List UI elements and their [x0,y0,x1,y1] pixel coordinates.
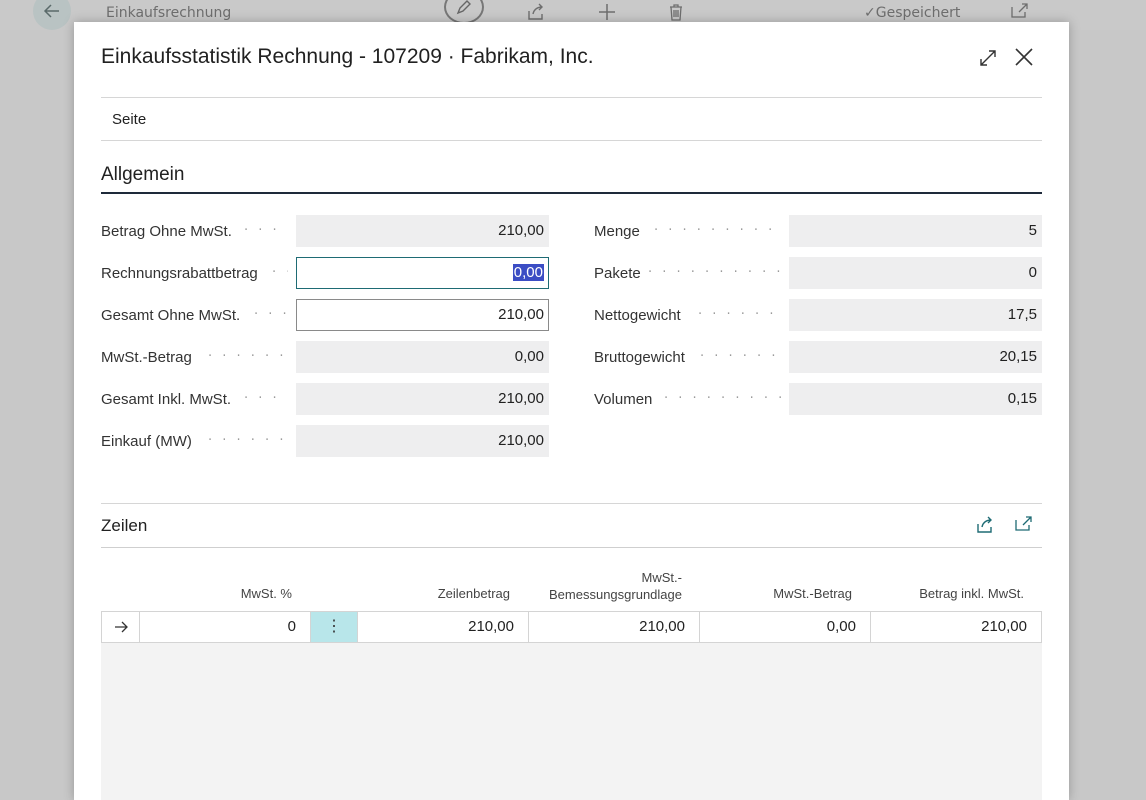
lines-open-new-window-button[interactable] [1014,516,1034,536]
field-value-total-incl-vat: 210,00 [296,383,549,415]
field-label-gross-weight: Bruttogewicht [594,348,685,366]
label-dots: · · · · · [254,307,288,322]
grid-empty-area [101,643,1042,800]
background-page-title: Einkaufsrechnung [106,5,232,21]
field-value-parcels: 0 [789,257,1042,289]
cell-line-amount[interactable]: 210,00 [358,612,529,642]
lines-share-button[interactable] [975,516,995,536]
arrow-right-icon [114,621,128,633]
row-menu-button[interactable]: ⋮ [311,612,358,642]
table-row[interactable]: 0 ⋮ 210,00 210,00 0,00 210,00 [101,611,1042,643]
column-header-vat-base[interactable]: MwSt.- Bemessungsgrundlage [534,569,682,603]
close-icon [1015,48,1033,66]
divider [101,97,1042,98]
field-label-total-incl-vat: Gesamt Inkl. MwSt. [101,390,232,408]
field-value-net-weight: 17,5 [789,299,1042,331]
cell-amount-incl-vat[interactable]: 210,00 [871,612,1041,642]
label-dots: · · · · · · · · · · · · · · · · · [654,223,781,238]
divider [101,140,1042,141]
label-dots: · · · · · · · · · · · [208,433,288,448]
label-dots: · · · · · · · · · · · [700,349,781,364]
field-label-invoice-discount: Rechnungsrabattbetrag [101,264,258,282]
section-general-title[interactable]: Allgemein [101,164,184,186]
divider [101,547,1042,548]
field-value-amount-excl-vat: 210,00 [296,215,549,247]
field-value-purchase-lcy: 210,00 [296,425,549,457]
close-button[interactable] [1013,46,1035,68]
cell-vat-percent[interactable]: 0 [140,612,311,642]
field-label-amount-excl-vat: Betrag Ohne MwSt. [101,222,232,240]
selected-value: 0,00 [512,264,544,281]
label-dots: · · · · · · · · · · · · [698,307,781,322]
field-label-purchase-lcy: Einkauf (MW) [101,432,192,450]
expand-icon [980,50,996,66]
cell-vat-amount[interactable]: 0,00 [700,612,871,642]
label-dots: · · · · · · · · · · · · · · · · [664,391,781,406]
field-label-parcels: Pakete [594,264,641,282]
label-dots: · · · · · · · · · · · [208,349,288,364]
open-new-window-button[interactable] [1010,3,1028,23]
saved-status: ✓Gespeichert [864,5,961,21]
column-header-vat-base-line1: MwSt.- [641,570,682,585]
column-header-line-amount[interactable]: Zeilenbetrag [374,585,510,602]
field-value-quantity: 5 [789,215,1042,247]
share-icon [977,516,992,533]
field-label-vat-amount: MwSt.-Betrag [101,348,192,366]
row-indicator[interactable] [102,612,140,642]
section-lines-title[interactable]: Zeilen [101,516,147,536]
trash-icon [670,4,682,21]
dialog-title: Einkaufsstatistik Rechnung - 107209 · Fa… [101,45,594,68]
field-label-net-weight: Nettogewicht [594,306,681,324]
total-excl-vat-input[interactable]: 210,00 [296,299,549,331]
divider [101,503,1042,504]
open-in-new-icon [1015,516,1032,531]
statistics-dialog: Einkaufsstatistik Rechnung - 107209 · Fa… [74,22,1069,800]
section-underline [101,192,1042,194]
field-label-volume: Volumen [594,390,653,408]
column-header-vat-percent[interactable]: MwSt. % [194,585,292,602]
label-dots: · · [272,265,288,280]
field-label-quantity: Menge [594,222,640,240]
plus-icon [599,4,615,20]
field-value-gross-weight: 20,15 [789,341,1042,373]
label-dots: · · · · · · · [244,223,288,238]
field-value-vat-amount: 0,00 [296,341,549,373]
arrow-left-icon [43,4,59,18]
field-label-total-excl-vat: Gesamt Ohne MwSt. [101,306,241,324]
column-header-amount-incl-vat[interactable]: Betrag inkl. MwSt. [884,585,1024,602]
pencil-icon [456,0,471,15]
open-in-new-icon [1011,3,1028,18]
column-header-vat-base-line2: Bemessungsgrundlage [549,587,682,602]
label-dots: · · · · · · · [244,391,288,406]
share-icon [528,3,543,20]
expand-button[interactable] [977,47,999,69]
checkmark-icon: ✓ [864,5,876,21]
menu-page[interactable]: Seite [112,111,146,128]
cell-vat-base[interactable]: 210,00 [529,612,700,642]
field-value-volume: 0,15 [789,383,1042,415]
label-dots: · · · · · · · · · · · · · · · · · · [648,265,781,280]
more-vertical-icon: ⋮ [326,618,342,635]
invoice-discount-input[interactable]: 0,00 [296,257,549,289]
column-header-vat-amount[interactable]: MwSt.-Betrag [724,585,852,602]
